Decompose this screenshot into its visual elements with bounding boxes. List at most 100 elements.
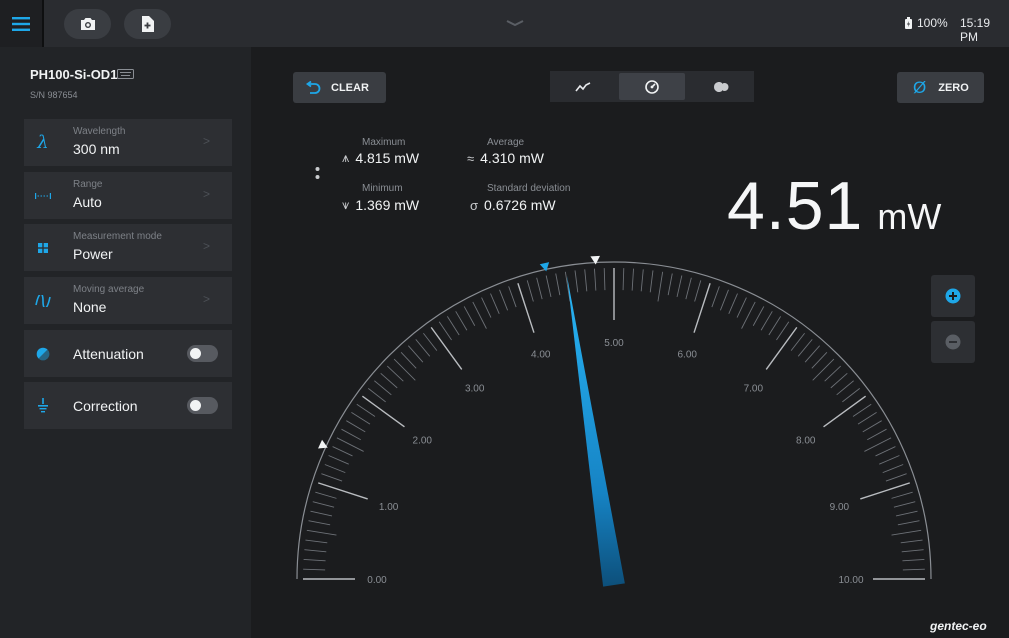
gauge-label: 0.00 [367, 575, 387, 586]
top-bar: 100% 15:19 PM [0, 0, 1009, 47]
clock: 15:19 PM [960, 16, 991, 44]
gauge-minor-tick [631, 268, 634, 291]
gauge-minor-tick [882, 464, 904, 474]
gauge-major-tick [517, 283, 535, 333]
gauge-minor-tick [555, 273, 561, 296]
setting-measurement-mode[interactable]: Measurement mode Power > [24, 224, 232, 271]
gauge-minor-tick [657, 271, 664, 302]
setting-label: Measurement mode [73, 231, 162, 242]
gauge-minor-tick [852, 403, 872, 417]
gauge-needle [566, 275, 625, 587]
gauge-minor-tick [526, 280, 534, 302]
gauge-minor-tick [667, 273, 673, 296]
gauge-minor-tick [864, 437, 892, 452]
gauge-minor-tick [812, 358, 835, 381]
gauge-label: 6.00 [678, 350, 698, 361]
gauge-minor-tick [308, 520, 331, 526]
new-file-button[interactable] [124, 9, 171, 39]
gauge-minor-tick [310, 510, 333, 517]
correction-toggle[interactable] [187, 397, 218, 414]
chevron-down-icon [506, 20, 524, 27]
gauge-minor-tick [902, 568, 925, 571]
gauge-minor-tick [446, 316, 460, 336]
gauge-minimum-marker [318, 439, 328, 449]
gauge-minor-tick [804, 345, 821, 363]
gauge-minor-tick [472, 301, 487, 329]
wave-icon [35, 294, 51, 307]
gauge-major-tick [318, 482, 368, 500]
gauge-minor-tick [752, 306, 765, 326]
gauge-minor-tick [438, 321, 452, 341]
gauge-minor-tick [305, 539, 328, 544]
gauge-minor-tick [455, 311, 468, 331]
gauge-minor-tick [332, 446, 353, 457]
keyboard-icon[interactable] [117, 69, 134, 79]
battery-percent: 100% [917, 16, 948, 30]
gauge-minor-tick [867, 428, 887, 441]
gauge-major-tick [823, 395, 867, 428]
setting-moving-average[interactable]: Moving average None > [24, 277, 232, 324]
gauge-minor-tick [875, 446, 896, 457]
gauge-minor-tick [902, 559, 925, 562]
gauge-minor-tick [324, 464, 346, 474]
setting-label: Moving average [73, 284, 145, 295]
gauge-minor-tick [393, 358, 416, 381]
gauge-minor-tick [685, 277, 692, 300]
gauge-minor-tick [741, 301, 756, 329]
attenuation-icon [36, 347, 50, 360]
setting-range[interactable]: Range Auto > [24, 172, 232, 219]
screenshot-button[interactable] [64, 9, 111, 39]
gauge-minor-tick [303, 559, 326, 562]
gauge-label: 7.00 [744, 383, 764, 394]
menu-button[interactable] [0, 0, 44, 47]
gauge-major-tick [430, 326, 463, 370]
gauge-label: 1.00 [379, 502, 399, 513]
setting-attenuation: Attenuation [24, 330, 232, 377]
grid-icon [38, 242, 48, 253]
gauge-minor-tick [564, 271, 571, 302]
battery-status: 100% [905, 16, 948, 30]
gauge-minor-tick [811, 351, 828, 369]
gauge-minor-tick [594, 268, 597, 291]
gauge-minor-tick [893, 501, 916, 508]
gauge-minor-tick [879, 455, 900, 465]
gauge-minor-tick [351, 411, 371, 425]
gauge-minor-tick [797, 339, 813, 357]
gauge-minor-tick [862, 420, 882, 433]
zoom-in-button[interactable] [931, 275, 975, 317]
attenuation-toggle[interactable] [187, 345, 218, 362]
setting-label: Range [73, 179, 103, 190]
gauge-minor-tick [321, 473, 343, 482]
gauge-minor-tick [719, 289, 729, 311]
gauge-minor-tick [499, 289, 509, 311]
gauge-minor-tick [306, 529, 337, 536]
setting-label: Wavelength [73, 126, 126, 137]
gauge-minor-tick [603, 268, 606, 291]
gauge-minor-tick [386, 365, 404, 382]
gauge-minor-tick [736, 297, 747, 318]
gauge-minor-tick [407, 345, 424, 363]
gauge-major-tick [693, 283, 711, 333]
gauge-minor-tick [328, 455, 349, 465]
gauge-minor-tick [790, 332, 805, 351]
gauge-label: 4.00 [531, 350, 551, 361]
setting-value: None [73, 299, 107, 315]
gauge-minor-tick [423, 332, 438, 351]
gauge-minor-tick [836, 380, 854, 396]
gauge-minor-tick [824, 365, 842, 382]
expand-toggle[interactable] [506, 14, 524, 32]
setting-wavelength[interactable]: λ Wavelength 300 nm > [24, 119, 232, 166]
gauge-minor-tick [584, 269, 588, 292]
setting-correction: Correction [24, 382, 232, 429]
zoom-out-button[interactable] [931, 321, 975, 363]
gauge-minor-tick [649, 270, 654, 293]
gauge-minor-tick [891, 491, 913, 499]
gauge-minor-tick [315, 491, 337, 499]
gauge-minor-tick [891, 529, 922, 536]
gauge-minor-tick [374, 380, 392, 396]
gauge-minor-tick [694, 280, 702, 302]
chevron-right-icon: > [202, 187, 210, 201]
gauge-minor-tick [760, 311, 773, 331]
zoom-in-icon [945, 288, 961, 304]
gauge-minor-tick [857, 411, 877, 425]
